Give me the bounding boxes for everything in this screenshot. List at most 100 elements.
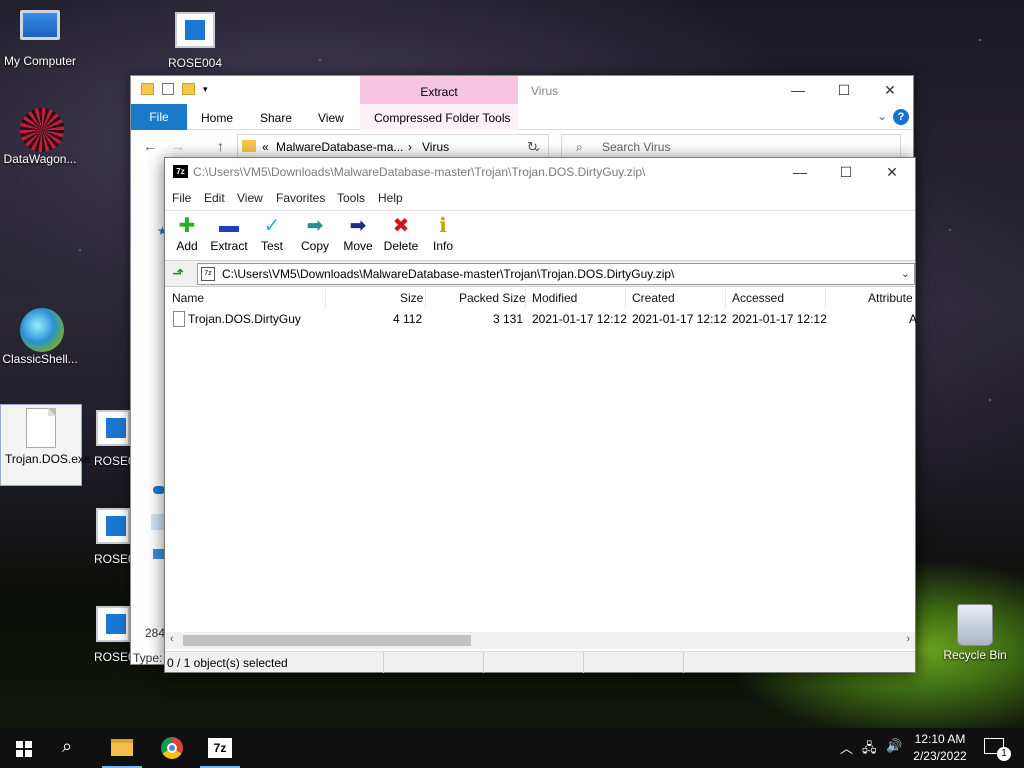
- extract-button[interactable]: ▬ Extract: [207, 215, 251, 253]
- horizontal-scrollbar[interactable]: ‹ ›: [165, 632, 915, 649]
- desktop-icon-label: My Computer: [3, 54, 77, 68]
- taskbar-file-explorer[interactable]: [98, 728, 146, 768]
- chevron-up-icon[interactable]: ︿: [840, 738, 853, 757]
- clock-time: 12:10 AM: [914, 732, 966, 746]
- desktop-icon-rose004[interactable]: ROSE004: [155, 12, 235, 70]
- sevenzip-titlebar[interactable]: 7z C:\Users\VM5\Downloads\MalwareDatabas…: [165, 158, 915, 186]
- breadcrumb-overflow[interactable]: «: [262, 140, 269, 154]
- tab-home[interactable]: Home: [201, 111, 233, 125]
- extract-context-tab[interactable]: Extract: [360, 76, 518, 104]
- desktop-icon-recycle-bin[interactable]: Recycle Bin: [935, 604, 1015, 662]
- breadcrumb-malwaredatabase[interactable]: MalwareDatabase-ma...: [276, 140, 403, 154]
- column-divider[interactable]: [425, 289, 426, 307]
- search-button[interactable]: ⌕: [48, 728, 96, 768]
- taskbar-7zip[interactable]: 7z: [196, 728, 244, 768]
- menu-edit[interactable]: Edit: [204, 191, 225, 205]
- column-divider[interactable]: [325, 289, 326, 307]
- clock[interactable]: 12:10 AM 2/23/2022: [912, 732, 968, 763]
- desktop-icon-rose-b[interactable]: ROSE0: [88, 508, 135, 566]
- desktop-icon-trojan-exe[interactable]: Trojan.DOS.exe: [0, 404, 91, 486]
- column-divider[interactable]: [525, 289, 526, 307]
- customize-qa-icon[interactable]: ▾: [203, 84, 208, 95]
- close-button[interactable]: ✕: [869, 158, 915, 186]
- folder-icon[interactable]: [141, 83, 154, 95]
- col-name[interactable]: Name: [172, 291, 204, 305]
- explorer-titlebar[interactable]: ▾ Extract Virus — ☐ ✕: [131, 76, 913, 104]
- clock-date: 2/23/2022: [913, 749, 967, 763]
- desktop-icon-datawagon[interactable]: DataWagon...: [0, 108, 80, 166]
- col-size[interactable]: Size: [400, 291, 423, 305]
- search-input[interactable]: ⌕ Search Virus: [561, 134, 901, 158]
- chevron-down-icon[interactable]: ⌄: [901, 267, 910, 280]
- new-folder-icon[interactable]: [182, 83, 195, 95]
- forward-arrow-icon[interactable]: →: [171, 138, 185, 154]
- column-divider[interactable]: [725, 289, 726, 307]
- expand-ribbon-icon[interactable]: ⌄: [877, 109, 887, 123]
- tab-file[interactable]: File: [131, 104, 187, 130]
- desktop-icon-classicshell[interactable]: ClassicShell...: [0, 308, 80, 366]
- explorer-title: Virus: [531, 84, 559, 98]
- breadcrumb-virus[interactable]: Virus: [422, 140, 449, 154]
- col-created[interactable]: Created: [632, 291, 675, 305]
- network-icon[interactable]: 🖧: [862, 739, 877, 761]
- tab-share[interactable]: Share: [260, 111, 292, 125]
- copy-button[interactable]: ➡ Copy: [293, 215, 337, 253]
- refresh-icon[interactable]: ↻: [527, 139, 538, 155]
- col-modified[interactable]: Modified: [532, 291, 577, 305]
- scrollbar-thumb[interactable]: [183, 635, 471, 646]
- close-button[interactable]: ✕: [867, 76, 913, 104]
- notification-icon[interactable]: 1: [984, 738, 1011, 761]
- col-packed-size[interactable]: Packed Size: [459, 291, 526, 305]
- add-button[interactable]: ✚ Add: [165, 215, 209, 253]
- copy-label: Copy: [300, 239, 329, 253]
- move-button[interactable]: ➡ Move: [336, 215, 380, 253]
- col-accessed[interactable]: Accessed: [732, 291, 784, 305]
- delete-label: Delete: [383, 239, 419, 253]
- minimize-button[interactable]: —: [775, 76, 821, 104]
- maximize-button[interactable]: ☐: [821, 76, 867, 104]
- col-attribute[interactable]: Attribute: [868, 291, 913, 305]
- menu-help[interactable]: Help: [378, 191, 403, 205]
- column-divider[interactable]: [825, 289, 826, 307]
- test-button[interactable]: ✓ Test: [250, 215, 294, 253]
- explorer-address-bar[interactable]: « MalwareDatabase-ma... › Virus ⌄: [237, 134, 549, 158]
- chrome-icon: [161, 737, 183, 759]
- info-button[interactable]: ℹ Info: [421, 215, 465, 253]
- extract-label: Extract: [210, 239, 248, 253]
- minimize-button[interactable]: —: [777, 158, 823, 186]
- file-explorer-icon: [111, 739, 133, 756]
- taskbar-chrome[interactable]: [148, 728, 196, 768]
- back-arrow-icon[interactable]: ←: [143, 138, 157, 154]
- properties-icon[interactable]: [162, 83, 174, 95]
- help-icon[interactable]: ?: [893, 109, 909, 125]
- table-row[interactable]: Trojan.DOS.DirtyGuy 4 112 3 131 2021-01-…: [165, 309, 917, 331]
- desktop-icon-rose-c[interactable]: ROSE0: [88, 606, 135, 664]
- volume-icon[interactable]: 🔊: [886, 738, 902, 754]
- up-arrow-icon[interactable]: ↑: [217, 138, 224, 154]
- this-pc-icon[interactable]: [151, 514, 165, 530]
- extract-icon: ▬: [219, 215, 239, 237]
- maximize-button[interactable]: ☐: [823, 158, 869, 186]
- path-combobox[interactable]: 7z C:\Users\VM5\Downloads\MalwareDatabas…: [197, 263, 915, 285]
- column-divider[interactable]: [625, 289, 626, 307]
- delete-icon: ✖: [392, 215, 410, 237]
- up-folder-icon[interactable]: ⬏: [169, 265, 187, 283]
- start-button[interactable]: [0, 728, 48, 768]
- menu-view[interactable]: View: [237, 191, 263, 205]
- desktop-icon-rose-a[interactable]: ROSE0: [88, 410, 135, 468]
- scroll-left-icon[interactable]: ‹: [170, 633, 174, 645]
- menu-favorites[interactable]: Favorites: [276, 191, 325, 205]
- menu-tools[interactable]: Tools: [337, 191, 365, 205]
- tab-view[interactable]: View: [318, 111, 344, 125]
- delete-button[interactable]: ✖ Delete: [379, 215, 423, 253]
- zip-archive-icon: 7z: [201, 267, 215, 281]
- menu-bar: File Edit View Favorites Tools Help: [165, 186, 915, 210]
- tab-compressed-folder-tools[interactable]: Compressed Folder Tools: [374, 111, 511, 125]
- scroll-right-icon[interactable]: ›: [906, 633, 910, 645]
- desktop-icon-my-computer[interactable]: My Computer: [0, 10, 80, 68]
- file-list[interactable]: Name Size Packed Size Modified Created A…: [165, 287, 917, 632]
- sevenzip-window[interactable]: 7z C:\Users\VM5\Downloads\MalwareDatabas…: [164, 157, 917, 673]
- navigation-pane[interactable]: ★: [131, 164, 168, 664]
- status-divider: [683, 652, 684, 673]
- menu-file[interactable]: File: [172, 191, 191, 205]
